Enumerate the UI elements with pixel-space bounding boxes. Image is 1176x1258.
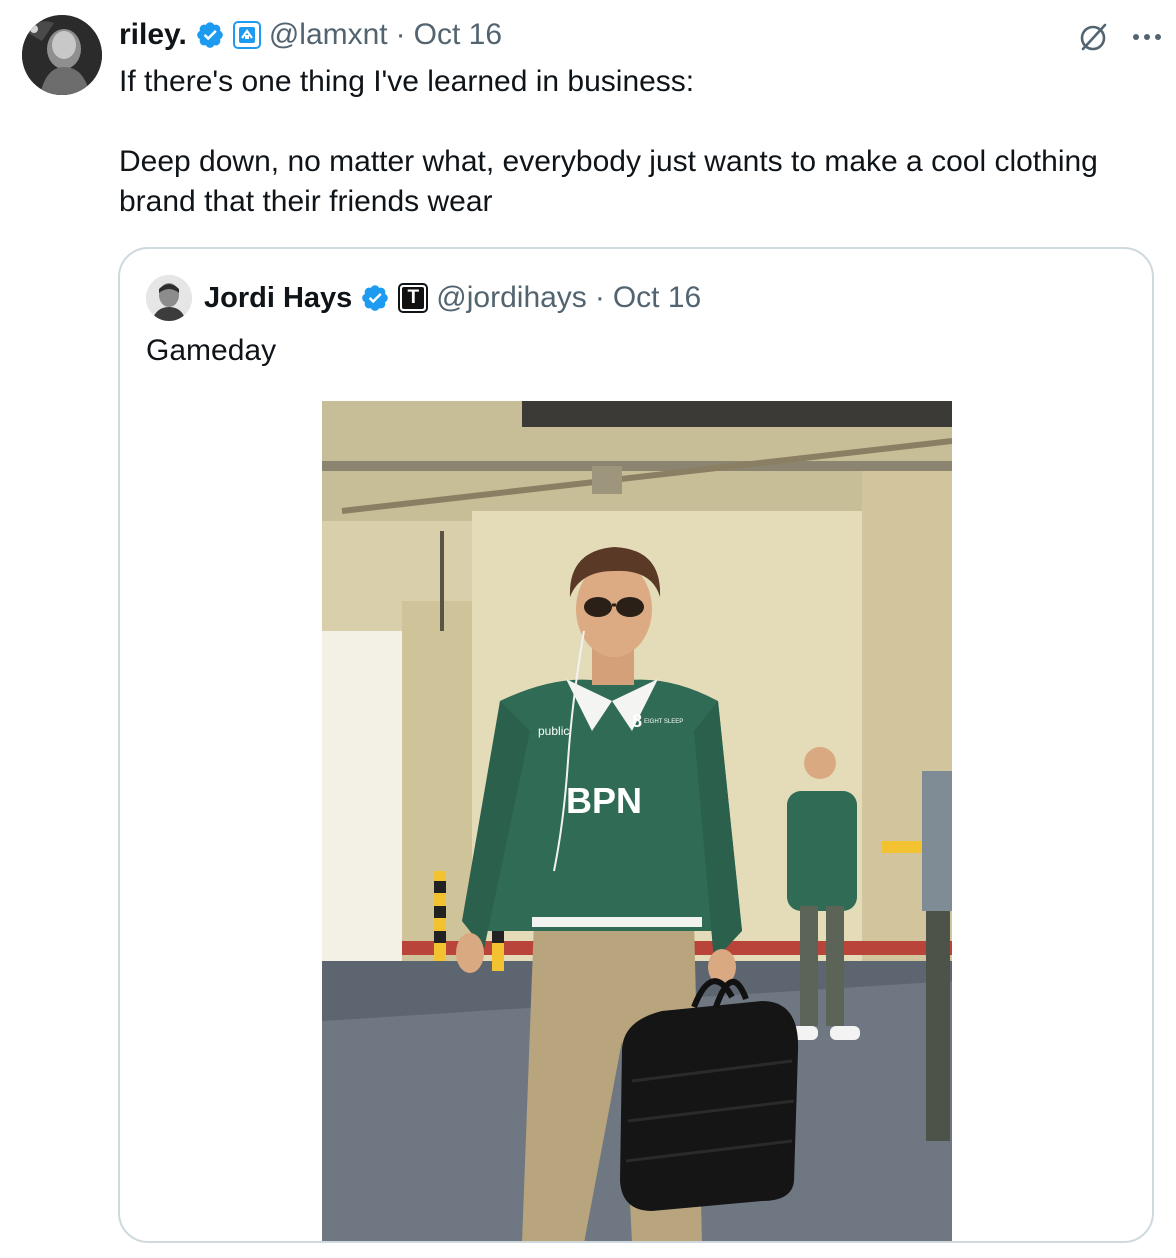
- quote-avatar-image: [146, 275, 192, 321]
- avatar[interactable]: [22, 15, 102, 95]
- timestamp[interactable]: Oct 16: [414, 18, 502, 52]
- affiliate-badge-letter: T: [402, 287, 425, 309]
- avatar-image: [22, 15, 102, 95]
- jersey-logo-eight: 8: [632, 711, 642, 731]
- quote-photo[interactable]: BPN public 8 EIGHT SLEEP: [322, 401, 952, 1241]
- quote-timestamp[interactable]: Oct 16: [613, 281, 701, 315]
- handle[interactable]: @lamxnt: [269, 18, 388, 52]
- verified-badge-icon[interactable]: [195, 20, 225, 50]
- tweet-actions: [1076, 20, 1162, 54]
- quote-affiliate-badge-icon[interactable]: T: [398, 283, 429, 313]
- more-icon[interactable]: [1132, 32, 1162, 42]
- separator-dot: ·: [395, 18, 406, 51]
- quote-text: Gameday: [146, 334, 277, 367]
- quote-header: Jordi Hays T @jordihays · Oct 16: [146, 275, 701, 321]
- affiliate-badge-icon[interactable]: [232, 21, 261, 49]
- grok-icon[interactable]: [1076, 20, 1110, 54]
- quote-separator-dot: ·: [594, 281, 605, 314]
- quote-tweet-card[interactable]: Jordi Hays T @jordihays · Oct 16 Gameday: [118, 247, 1154, 1243]
- tweet-text: If there's one thing I've learned in bus…: [119, 62, 1149, 222]
- jersey-logo-public: public: [538, 724, 569, 738]
- photo-illustration: BPN public 8 EIGHT SLEEP: [322, 401, 952, 1241]
- jersey-logo-eight-sleep: EIGHT SLEEP: [644, 719, 683, 725]
- tweet-header: riley. @lamxnt · Oct 16: [119, 14, 502, 56]
- quote-avatar[interactable]: [146, 275, 192, 321]
- quote-handle[interactable]: @jordihays: [436, 281, 587, 315]
- tweet-paragraph: Deep down, no matter what, everybody jus…: [119, 145, 1098, 218]
- tweet-paragraph: If there's one thing I've learned in bus…: [119, 65, 695, 98]
- quote-verified-badge-icon[interactable]: [360, 283, 390, 313]
- tweet[interactable]: riley. @lamxnt · Oct 16 If there's one t…: [0, 0, 1176, 1258]
- jersey-text: BPN: [566, 780, 642, 821]
- display-name[interactable]: riley.: [119, 18, 187, 52]
- quote-display-name[interactable]: Jordi Hays: [204, 282, 352, 315]
